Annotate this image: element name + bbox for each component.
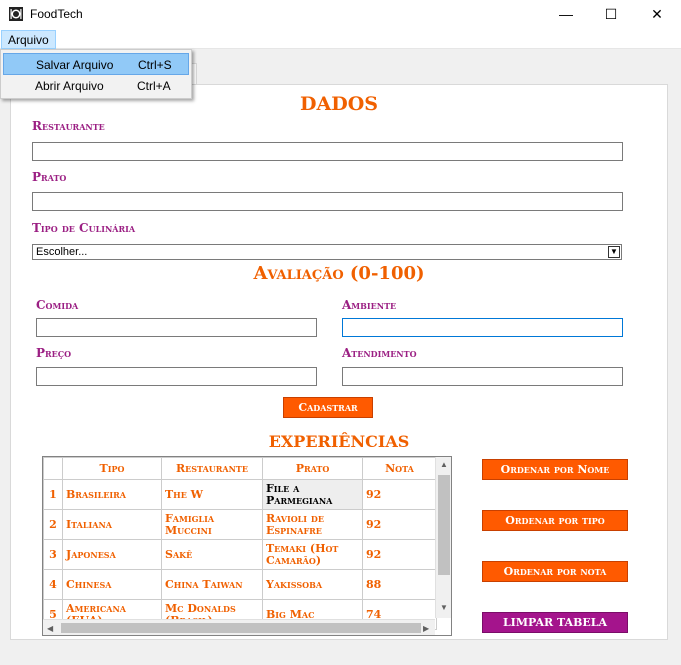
horizontal-scrollbar[interactable]: ◀ ▶	[43, 619, 435, 635]
scroll-right-icon[interactable]: ▶	[423, 624, 429, 633]
arquivo-dropdown: Salvar Arquivo Ctrl+S Abrir Arquivo Ctrl…	[0, 49, 192, 99]
table-row[interactable]: 2 Italiana Famiglia Muccini Ravioli de E…	[43, 509, 437, 540]
menu-item-label: Abrir Arquivo	[35, 79, 104, 93]
row-number: 2	[43, 509, 63, 540]
ambiente-label: Ambiente	[342, 298, 397, 312]
chevron-down-icon[interactable]: ▼	[608, 246, 620, 258]
cell-restaurante[interactable]: Famiglia Muccini	[161, 509, 263, 540]
row-number: 3	[43, 539, 63, 570]
horizontal-scroll-thumb[interactable]	[61, 623, 421, 633]
preco-input[interactable]	[36, 367, 317, 386]
title-bar: FoodTech — ☐ ✕	[0, 0, 681, 29]
close-button[interactable]: ✕	[634, 0, 680, 29]
cell-restaurante[interactable]: The W	[161, 479, 263, 510]
restaurante-input[interactable]	[32, 142, 623, 161]
atendimento-input[interactable]	[342, 367, 623, 386]
ambiente-input[interactable]	[342, 318, 623, 337]
experiencias-table: Tipo Restaurante Prato Nota 1 Brasileira…	[43, 457, 437, 630]
vertical-scroll-thumb[interactable]	[438, 475, 450, 575]
column-header-nota[interactable]: Nota	[362, 457, 437, 480]
column-header-tipo[interactable]: Tipo	[62, 457, 162, 480]
column-header-restaurante[interactable]: Restaurante	[161, 457, 263, 480]
menu-bar: Arquivo	[0, 29, 681, 49]
column-header-prato[interactable]: Prato	[262, 457, 363, 480]
table-row[interactable]: 3 Japonesa Sakê Temaki (Hot Camarão) 92	[43, 539, 437, 570]
tipo-label: Tipo de Culinária	[32, 221, 136, 235]
row-number: 1	[43, 479, 63, 510]
comida-label: Comida	[36, 298, 79, 312]
table-row[interactable]: 1 Brasileira The W File a Parmegiana 92	[43, 479, 437, 510]
menu-item-label: Salvar Arquivo	[36, 58, 114, 72]
window-title: FoodTech	[30, 7, 83, 21]
scroll-up-icon[interactable]: ▲	[440, 460, 448, 469]
ordenar-tipo-button[interactable]: Ordenar por tipo	[482, 510, 628, 531]
menu-item-abrir[interactable]: Abrir Arquivo Ctrl+A	[3, 75, 189, 97]
ordenar-nome-button[interactable]: Ordenar por Nome	[482, 459, 628, 480]
comida-input[interactable]	[36, 318, 317, 337]
cell-nota[interactable]: 92	[362, 509, 437, 540]
atendimento-label: Atendimento	[342, 346, 417, 360]
minimize-button[interactable]: —	[543, 0, 589, 29]
restaurante-label: Restaurante	[32, 119, 105, 133]
cell-nota[interactable]: 92	[362, 479, 437, 510]
limpar-tabela-button[interactable]: LIMPAR TABELA	[482, 612, 628, 633]
cell-prato[interactable]: Ravioli de Espinafre	[262, 509, 363, 540]
cell-prato[interactable]: Temaki (Hot Camarão)	[262, 539, 363, 570]
table-header-row: Tipo Restaurante Prato Nota	[43, 457, 437, 480]
avaliacao-title: Avaliação (0-100)	[253, 263, 425, 284]
cell-tipo[interactable]: Chinesa	[62, 569, 162, 600]
menu-item-shortcut: Ctrl+S	[138, 58, 172, 72]
row-number: 4	[43, 569, 63, 600]
menu-arquivo[interactable]: Arquivo	[1, 30, 56, 49]
maximize-button[interactable]: ☐	[588, 0, 634, 29]
tipo-select[interactable]: Escolher... ▼	[32, 244, 622, 260]
app-icon	[9, 7, 23, 21]
prato-label: Prato	[32, 170, 67, 184]
cadastrar-button[interactable]: Cadastrar	[283, 397, 373, 418]
tipo-select-value: Escolher...	[36, 246, 88, 258]
cell-restaurante[interactable]: Sakê	[161, 539, 263, 570]
scroll-left-icon[interactable]: ◀	[47, 624, 53, 633]
cell-tipo[interactable]: Italiana	[62, 509, 162, 540]
menu-item-salvar[interactable]: Salvar Arquivo Ctrl+S	[3, 53, 189, 75]
experiencias-grid[interactable]: Tipo Restaurante Prato Nota 1 Brasileira…	[42, 456, 452, 636]
ordenar-nota-button[interactable]: Ordenar por nota	[482, 561, 628, 582]
cell-restaurante[interactable]: China Taiwan	[161, 569, 263, 600]
cell-tipo[interactable]: Japonesa	[62, 539, 162, 570]
experiencias-title: EXPERIÊNCIAS	[268, 432, 410, 451]
scroll-down-icon[interactable]: ▼	[440, 603, 448, 612]
preco-label: Preço	[36, 346, 72, 360]
prato-input[interactable]	[32, 192, 623, 211]
cell-nota[interactable]: 92	[362, 539, 437, 570]
table-row[interactable]: 4 Chinesa China Taiwan Yakissoba 88	[43, 569, 437, 600]
cell-tipo[interactable]: Brasileira	[62, 479, 162, 510]
cell-nota[interactable]: 88	[362, 569, 437, 600]
vertical-scrollbar[interactable]: ▲ ▼	[435, 457, 451, 618]
cell-prato[interactable]: File a Parmegiana	[262, 479, 363, 510]
menu-item-shortcut: Ctrl+A	[137, 79, 171, 93]
cell-prato[interactable]: Yakissoba	[262, 569, 363, 600]
row-header-corner	[43, 457, 63, 480]
